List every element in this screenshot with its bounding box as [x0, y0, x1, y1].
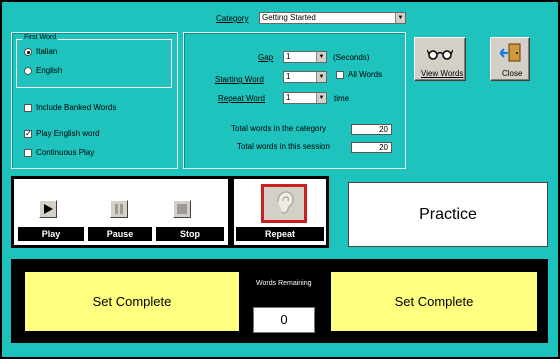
- stop-label: Stop: [156, 227, 224, 241]
- gap-value: 1: [286, 52, 291, 61]
- english-label: English: [36, 66, 63, 75]
- chevron-down-icon[interactable]: ▼: [316, 93, 326, 103]
- view-words-label: View Words: [421, 69, 464, 78]
- include-banked-label: Include Banked Words: [36, 103, 117, 112]
- glasses-icon: [427, 49, 453, 60]
- repeat-word-value: 1: [286, 93, 291, 102]
- repeat-word-select[interactable]: 1 ▼: [283, 92, 327, 104]
- pause-label: Pause: [88, 227, 152, 241]
- repeat-label: Repeat: [236, 227, 324, 241]
- starting-word-select[interactable]: 1 ▼: [283, 71, 327, 83]
- gap-unit: (Seconds): [333, 53, 370, 62]
- total-session-label: Total words in this session: [237, 142, 330, 151]
- repeat-word-unit: time: [334, 94, 350, 103]
- continuous-play-checkbox[interactable]: [24, 149, 32, 157]
- play-english-label: Play English word: [36, 129, 100, 138]
- play-icon: [44, 204, 53, 214]
- chevron-down-icon[interactable]: ▼: [316, 52, 326, 62]
- total-session-value: 20: [351, 142, 392, 153]
- right-set-status: Set Complete: [330, 271, 538, 332]
- practice-button[interactable]: Practice: [348, 182, 548, 247]
- include-banked-checkbox[interactable]: [24, 104, 32, 112]
- repeat-word-label: Repeat Word: [218, 94, 265, 103]
- category-select[interactable]: Getting Started ▼: [259, 12, 406, 24]
- stop-button[interactable]: [173, 200, 191, 218]
- pause-icon: [115, 204, 123, 214]
- close-label: Close: [502, 69, 523, 78]
- chevron-down-icon[interactable]: ▼: [395, 13, 405, 23]
- category-label: Category: [216, 14, 249, 23]
- words-remaining-value: 0: [253, 307, 315, 333]
- all-words-label: All Words: [348, 70, 383, 79]
- stop-icon: [177, 204, 187, 214]
- repeat-button[interactable]: [261, 184, 307, 223]
- view-words-button[interactable]: View Words: [414, 37, 466, 81]
- chevron-down-icon[interactable]: ▼: [316, 72, 326, 82]
- italian-label: Italian: [36, 47, 58, 56]
- total-category-label: Total words in the category: [231, 124, 327, 133]
- play-button[interactable]: [39, 200, 57, 218]
- left-set-status: Set Complete: [24, 271, 240, 332]
- first-word-legend: First Word: [22, 34, 59, 42]
- total-category-value: 20: [351, 124, 392, 135]
- exit-door-icon: [500, 43, 521, 62]
- words-remaining-label: Words Remaining: [256, 280, 312, 287]
- close-button[interactable]: Close: [490, 37, 530, 81]
- gap-select[interactable]: 1 ▼: [283, 51, 327, 63]
- ear-icon: [277, 191, 294, 214]
- english-radio[interactable]: [24, 67, 32, 75]
- all-words-checkbox[interactable]: [336, 71, 344, 79]
- starting-word-label: Starting Word: [215, 75, 264, 84]
- pause-button[interactable]: [110, 200, 128, 218]
- starting-word-value: 1: [286, 72, 291, 81]
- play-label: Play: [18, 227, 84, 241]
- category-value: Getting Started: [262, 13, 316, 22]
- italian-radio[interactable]: [24, 48, 32, 56]
- continuous-play-label: Continuous Play: [36, 148, 95, 157]
- play-english-checkbox[interactable]: ✓: [24, 130, 32, 138]
- gap-label: Gap: [258, 53, 274, 62]
